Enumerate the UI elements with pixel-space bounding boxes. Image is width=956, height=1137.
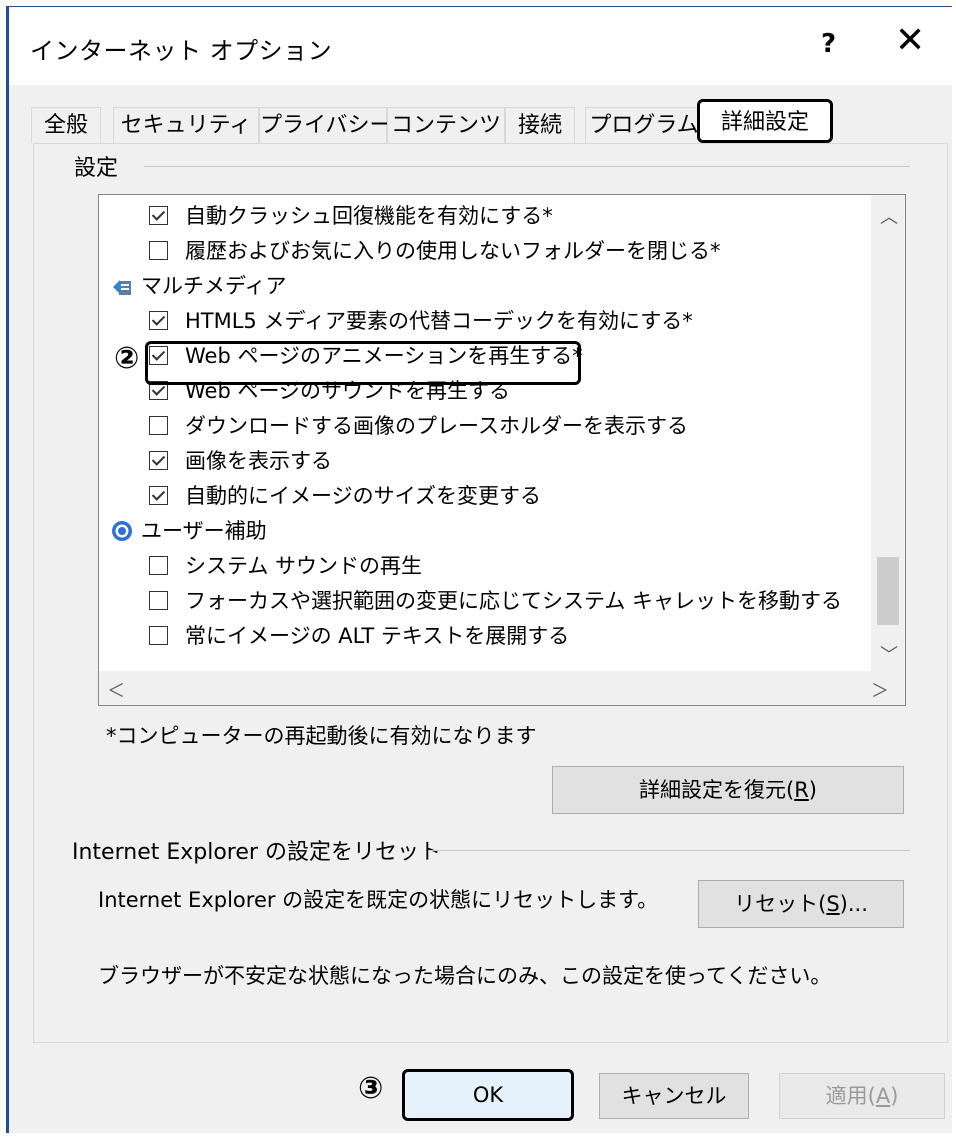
reset-divider: [430, 850, 910, 851]
restart-note: *コンピューターの再起動後に有効になります: [106, 724, 537, 748]
ok-button[interactable]: OK: [402, 1069, 574, 1121]
reset-warning: ブラウザーが不安定な状態になった場合にのみ、この設定を使ってください。: [98, 964, 832, 988]
tab-advanced[interactable]: 詳細設定: [697, 99, 833, 143]
group-divider: [144, 166, 910, 167]
scroll-thumb[interactable]: [877, 557, 899, 625]
close-icon[interactable]: ✕: [895, 23, 925, 59]
vertical-scrollbar[interactable]: ︿ ﹀: [871, 195, 905, 673]
checkbox-checked[interactable]: [149, 206, 168, 225]
checkbox-checked[interactable]: [149, 311, 168, 330]
step2-marker: ②: [114, 341, 140, 376]
checkbox-unchecked[interactable]: [149, 241, 168, 260]
multimedia-icon: [113, 280, 131, 295]
tab-connections[interactable]: 接続: [505, 107, 575, 143]
settings-list[interactable]: ︿ ﹀ ＜ ＞ 自動クラッシュ回復機能を有効にする* 履歴およびお気に入りの使用し…: [98, 194, 906, 706]
tab-general[interactable]: 全般: [31, 107, 101, 143]
scroll-right-icon[interactable]: ＞: [871, 677, 889, 703]
horizontal-scrollbar[interactable]: ＜ ＞: [99, 671, 905, 705]
tab-contents[interactable]: コンテンツ: [387, 107, 505, 143]
checkbox-unchecked[interactable]: [149, 626, 168, 645]
internet-options-dialog: インターネット オプション ? ✕ 全般 セキュリティ プライバシー コンテンツ…: [6, 6, 952, 1133]
checkbox-unchecked[interactable]: [149, 591, 168, 610]
checkbox-unchecked[interactable]: [149, 416, 168, 435]
tab-privacy[interactable]: プライバシー: [259, 107, 392, 143]
tab-programs[interactable]: プログラム: [585, 107, 703, 143]
apply-button[interactable]: 適用(A): [779, 1073, 945, 1119]
cancel-button[interactable]: キャンセル: [599, 1073, 749, 1119]
restore-advanced-button[interactable]: 詳細設定を復元(R): [552, 766, 904, 814]
advanced-panel: 設定 ︿ ﹀ ＜ ＞ 自動クラッシュ回復機能を有効にする* 履歴およびお気に入りの…: [33, 143, 948, 1043]
tab-bar: 全般 セキュリティ プライバシー コンテンツ 接続 プログラム 詳細設定: [9, 99, 952, 143]
step3-marker: ③: [358, 1071, 384, 1106]
checkbox-unchecked[interactable]: [149, 556, 168, 575]
accessibility-icon: [112, 521, 132, 541]
settings-group-label: 設定: [74, 150, 129, 182]
scroll-left-icon[interactable]: ＜: [107, 677, 125, 703]
step2-highlight: [145, 341, 581, 385]
help-button[interactable]: ?: [821, 29, 836, 59]
checkbox-checked[interactable]: [149, 451, 168, 470]
tab-security[interactable]: セキュリティ: [113, 107, 259, 143]
scroll-down-icon[interactable]: ﹀: [880, 641, 898, 667]
checkbox-checked[interactable]: [149, 486, 168, 505]
reset-button[interactable]: リセット(S)...: [698, 880, 904, 928]
title-bar: インターネット オプション ? ✕: [9, 7, 952, 85]
window-title: インターネット オプション: [30, 37, 333, 65]
reset-description: Internet Explorer の設定を既定の状態にリセットします。: [98, 888, 659, 912]
reset-group-label: Internet Explorer の設定をリセット: [72, 834, 451, 866]
scroll-up-icon[interactable]: ︿: [880, 203, 898, 229]
